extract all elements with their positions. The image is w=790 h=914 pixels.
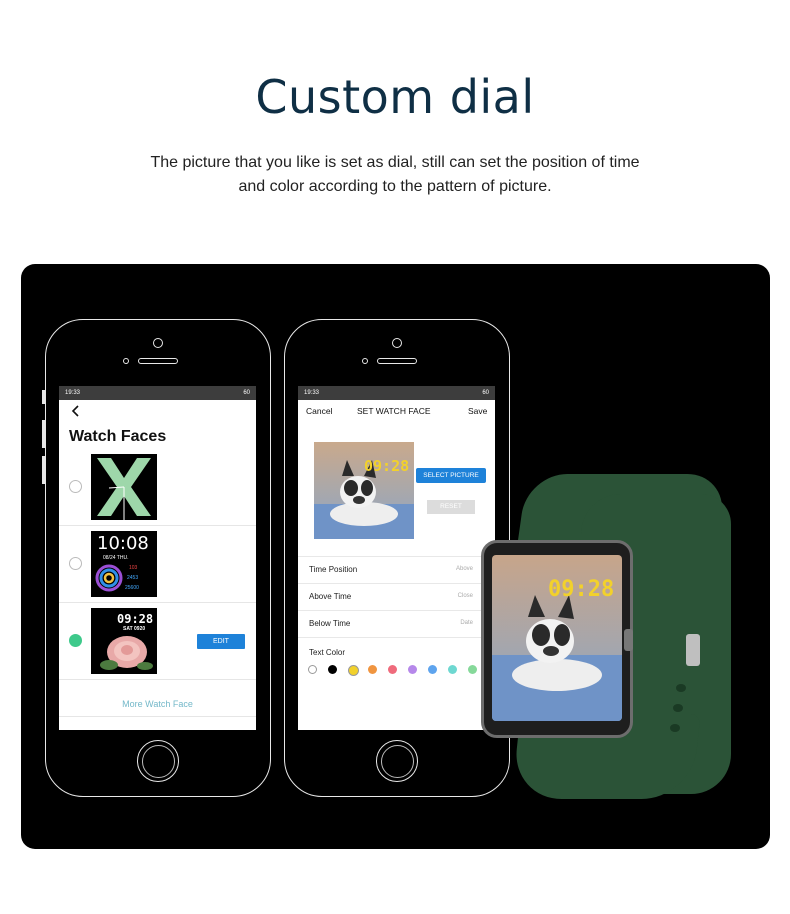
watch-time: 09:28 [548,577,615,602]
setting-label: Below Time [309,619,351,628]
setting-row-below-time[interactable]: Below Time Date › [298,610,495,637]
text-color-swatches [308,665,488,677]
custom-photo-face-thumbnail: 09:28 SAT 0920 [91,608,157,674]
status-time: 19:33 [65,390,81,396]
watch-faces-title: Watch Faces [69,428,167,445]
strap-hole [673,704,683,712]
green-x-face-thumbnail [91,454,157,520]
watch-case: 09:28 [481,540,633,738]
text-color-label: Text Color [309,648,346,657]
status-battery: 60 [482,390,489,396]
watch-face-radio[interactable] [69,557,82,570]
phone-side-button [42,390,45,404]
phone-speaker [138,358,178,364]
digital-face-thumbnail: 10:08 08/24 THU. 103 2453 25600 [91,531,157,597]
phone-speaker [377,358,417,364]
setting-value: Date [460,620,473,626]
watch-face-row[interactable] [59,450,256,526]
save-button[interactable]: Save [468,406,487,416]
watch-faces-screen: 19:33 60 Watch Faces 10:08 08/24 THU. 10… [59,386,256,730]
setting-value: Close [457,593,473,599]
phone-home-button [376,740,418,782]
phone-home-button [137,740,179,782]
setting-row-above-time[interactable]: Above Time Close › [298,583,495,610]
watch-screen: 09:28 [492,555,622,721]
phone-camera [153,338,163,348]
select-picture-button[interactable]: SELECT PICTURE [416,468,486,483]
color-swatch[interactable] [308,665,317,674]
color-swatch[interactable] [448,665,457,674]
phone-volume-button [42,420,45,448]
preview-time: 09:28 [364,457,410,475]
custom-face-time: 09:28 [117,612,154,626]
description-line-2: and color according to the pattern of pi… [238,178,552,195]
color-swatch[interactable] [368,665,377,674]
color-swatch[interactable] [428,665,437,674]
color-swatch[interactable] [408,665,417,674]
status-bar: 19:33 60 [298,386,495,400]
setting-row-time-position[interactable]: Time Position Above › [298,556,495,583]
setting-label: Time Position [309,565,358,574]
color-swatch[interactable] [388,665,397,674]
page-description: The picture that you like is set as dial… [0,151,790,199]
watch-buckle [686,634,700,666]
stat-value: 25600 [125,585,139,591]
watch-face-radio[interactable] [69,634,82,647]
divider [298,637,495,638]
color-swatch[interactable] [328,665,337,674]
divider [59,716,256,717]
setting-label: Above Time [309,592,352,601]
more-watch-face-link[interactable]: More Watch Face [59,699,256,709]
custom-face-date: SAT 0920 [123,626,146,632]
status-battery: 60 [243,390,250,396]
activity-rings-icon [95,564,123,592]
stat-value: 2453 [127,575,139,581]
phone-sensor [362,358,368,364]
digital-face-date: 08/24 THU. [103,555,129,561]
edit-button[interactable]: EDIT [197,634,245,649]
cancel-button[interactable]: Cancel [306,406,332,416]
status-time: 19:33 [304,390,320,396]
digital-face-time: 10:08 [97,533,149,554]
picture-preview: 09:28 [314,442,414,539]
watch-face-row[interactable]: 09:28 SAT 0920 EDIT [59,604,256,680]
strap-hole [676,684,686,692]
color-swatch[interactable] [468,665,477,674]
top-nav: Cancel SET WATCH FACE Save [298,406,495,420]
screen-title: SET WATCH FACE [357,406,431,416]
product-showcase-panel: 19:33 60 Watch Faces 10:08 08/24 THU. 10… [21,264,770,849]
setting-value: Above [455,566,473,572]
phone-2: 19:33 60 Cancel SET WATCH FACE Save 09:2… [284,319,510,797]
color-swatch[interactable] [348,665,359,676]
description-line-1: The picture that you like is set as dial… [150,154,640,171]
phone-sensor [123,358,129,364]
watch-crown [624,629,633,651]
watch-face-row[interactable]: 10:08 08/24 THU. 103 2453 25600 [59,527,256,603]
reset-button[interactable]: RESET [427,500,475,514]
watch-face-radio[interactable] [69,480,82,493]
strap-hole [670,724,680,732]
status-bar: 19:33 60 [59,386,256,400]
phone-camera [392,338,402,348]
set-watch-face-screen: 19:33 60 Cancel SET WATCH FACE Save 09:2… [298,386,495,730]
phone-1: 19:33 60 Watch Faces 10:08 08/24 THU. 10… [42,319,271,797]
stat-value: 103 [129,565,138,571]
chevron-left-icon[interactable] [71,404,81,420]
page-title: Custom dial [255,70,535,124]
phone-volume-button [42,456,45,484]
